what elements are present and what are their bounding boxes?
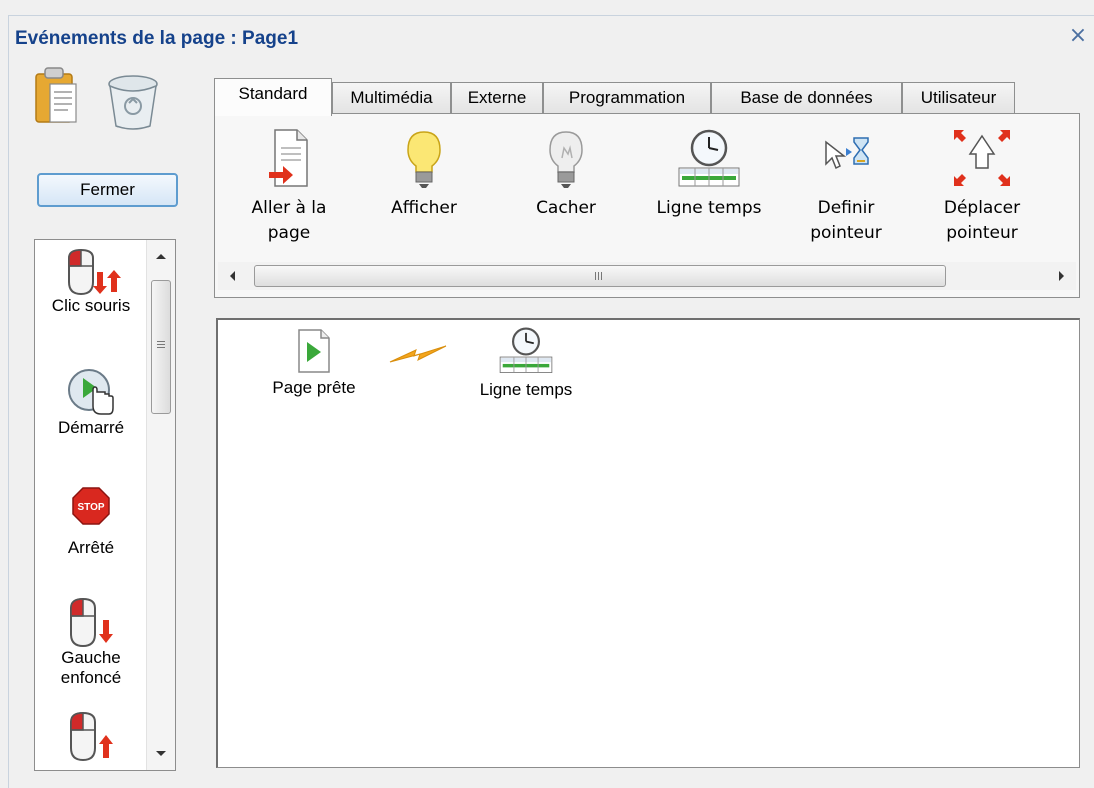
action-label: Afficher	[391, 198, 457, 218]
scroll-left-icon[interactable]	[230, 271, 235, 281]
event-label: Gauche enfoncé	[60, 648, 122, 687]
scroll-up-icon[interactable]	[156, 254, 166, 259]
action-label: Aller à la page	[251, 198, 327, 243]
set-pointer-icon	[825, 137, 869, 170]
scrollbar-thumb[interactable]	[151, 280, 171, 414]
scroll-right-icon[interactable]	[1059, 271, 1064, 281]
list-item-clic-souris[interactable]: Clic souris	[35, 248, 147, 316]
svg-text:STOP: STOP	[77, 502, 104, 513]
timeline-icon	[499, 327, 553, 373]
list-item-demarre[interactable]: Démarré	[35, 366, 147, 438]
tab-externe[interactable]: Externe	[451, 82, 543, 114]
list-item-arrete[interactable]: STOP Arrêté	[35, 486, 147, 558]
node-page-prete[interactable]: Page prête	[254, 328, 374, 398]
event-list: Clic souris Démarré STOP Arrêté Gauche e…	[34, 239, 176, 771]
action-label: Definir pointeur	[810, 198, 882, 243]
event-label: Démarré	[57, 418, 125, 437]
node-label: Page prête	[272, 378, 356, 397]
scroll-down-icon[interactable]	[156, 751, 166, 756]
panel-title: Evénements de la page : Page1	[15, 28, 299, 49]
lightbulb-off-icon	[549, 131, 583, 188]
grip-icon	[157, 341, 165, 342]
action-aller-a-la-page[interactable]: Aller à la page	[219, 128, 359, 246]
tab-multimedia[interactable]: Multimédia	[332, 82, 451, 114]
lightning-link-icon	[388, 342, 448, 372]
action-deplacer-pointeur[interactable]: Déplacer pointeur	[921, 128, 1043, 246]
lightbulb-on-icon	[407, 131, 441, 188]
action-afficher[interactable]: Afficher	[369, 128, 479, 221]
mouse-left-down-icon	[70, 597, 113, 648]
tab-standard[interactable]: Standard	[214, 78, 332, 116]
close-button[interactable]: Fermer	[37, 173, 178, 207]
event-canvas[interactable]: Page prête Ligne temps	[216, 318, 1080, 768]
tab-programmation[interactable]: Programmation	[543, 82, 711, 114]
grip-icon	[595, 272, 596, 280]
event-label: Arrêté	[67, 538, 115, 557]
action-label: Cacher	[536, 198, 596, 218]
node-ligne-temps[interactable]: Ligne temps	[456, 326, 596, 400]
event-list-scrollbar[interactable]	[146, 240, 175, 770]
recycle-bin-icon[interactable]	[102, 70, 164, 132]
page-ready-icon	[298, 329, 330, 373]
action-label: Déplacer pointeur	[943, 198, 1021, 243]
title-bar: Evénements de la page : Page1 ×	[9, 16, 1094, 60]
list-item-gauche-relache[interactable]	[35, 710, 147, 762]
mouse-left-up-icon	[70, 711, 113, 762]
close-icon[interactable]: ×	[1067, 24, 1089, 48]
started-hand-icon	[68, 369, 114, 415]
tab-utilisateur[interactable]: Utilisateur	[902, 82, 1015, 114]
move-pointer-icon	[954, 130, 1010, 186]
action-cacher[interactable]: Cacher	[511, 128, 621, 221]
list-item-gauche-enfonce[interactable]: Gauche enfoncé	[35, 596, 147, 688]
event-label: Clic souris	[51, 296, 131, 315]
action-ligne-temps[interactable]: Ligne temps	[635, 128, 783, 221]
goto-page-icon	[269, 129, 308, 187]
action-definir-pointeur[interactable]: Definir pointeur	[791, 128, 901, 246]
tab-base-de-donnees[interactable]: Base de données	[711, 82, 902, 114]
action-label: Ligne temps	[656, 198, 762, 218]
mouse-click-icon	[68, 248, 121, 296]
stop-sign-icon: STOP	[72, 487, 110, 525]
actions-scrollbar[interactable]	[218, 262, 1076, 290]
node-label: Ligne temps	[479, 380, 573, 399]
timeline-icon	[678, 129, 740, 187]
clipboard-icon[interactable]	[34, 66, 78, 126]
scrollbar-thumb[interactable]	[254, 265, 946, 287]
